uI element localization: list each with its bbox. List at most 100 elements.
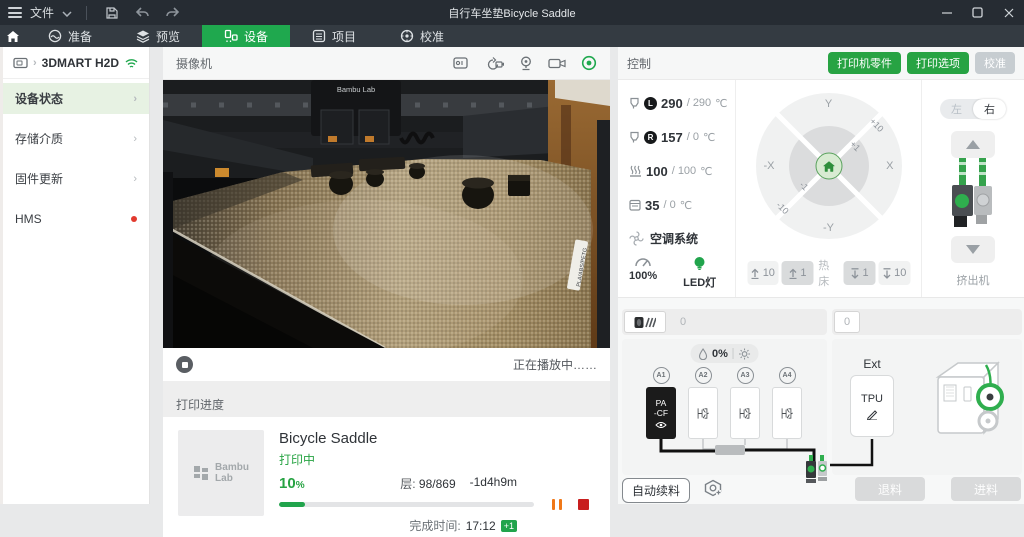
- bed-down-1-button[interactable]: 1: [844, 261, 876, 285]
- edit-pencil-icon: [866, 408, 878, 420]
- axis-x-plus[interactable]: X: [886, 160, 893, 172]
- arrow-up-bar-icon: [788, 268, 797, 279]
- print-options-button[interactable]: 打印选项: [907, 52, 969, 74]
- ams-humidity[interactable]: 0%: [690, 344, 759, 363]
- save-icon[interactable]: [101, 4, 123, 22]
- tab-home[interactable]: [0, 25, 26, 47]
- ams-unit-tab[interactable]: [624, 311, 666, 333]
- stop-stream-button[interactable]: [176, 356, 193, 373]
- printer-icon: [13, 57, 28, 69]
- ams-settings-icon[interactable]: [703, 479, 723, 502]
- chevron-right-icon: ›: [133, 93, 137, 105]
- timelapse-icon[interactable]: [485, 56, 504, 70]
- layers-icon: [136, 29, 150, 43]
- bed-move-label: 热床: [818, 257, 838, 289]
- nozzle-left-option[interactable]: 左: [940, 99, 973, 119]
- led-toggle[interactable]: LED灯: [683, 256, 716, 290]
- chevron-right-icon: ›: [133, 173, 137, 185]
- recordings-icon[interactable]: [453, 56, 470, 70]
- bed-up-10-button[interactable]: 10: [747, 261, 779, 285]
- unload-filament-button[interactable]: 退料: [855, 477, 925, 501]
- file-menu[interactable]: 文件: [30, 4, 54, 21]
- xy-movement-pad[interactable]: Y -Y -X X +10 +1 -1 -10: [756, 93, 902, 239]
- ams-slot-a4[interactable]: A4 空: [772, 367, 802, 439]
- chamber-temp[interactable]: 35 / 0 ℃: [629, 188, 735, 222]
- nozzle-icon: [629, 131, 640, 144]
- redo-icon[interactable]: [161, 4, 183, 22]
- ams-unit-badge[interactable]: 0: [670, 311, 696, 333]
- nozzle-right-option[interactable]: 右: [973, 99, 1006, 119]
- project-list-icon: [312, 29, 326, 43]
- close-button[interactable]: [993, 0, 1024, 25]
- print-progress-bar: [279, 502, 534, 507]
- tab-project[interactable]: 项目: [290, 25, 378, 47]
- pause-print-button[interactable]: [552, 499, 562, 510]
- home-xy-button[interactable]: [815, 153, 842, 180]
- stream-status: 正在播放中……: [513, 356, 597, 373]
- axis-y-minus[interactable]: -Y: [823, 222, 834, 234]
- heatbed-icon: [629, 165, 642, 177]
- printer-parts-button[interactable]: 打印机零件: [828, 52, 901, 74]
- stop-print-button[interactable]: [578, 499, 589, 510]
- eye-icon: [655, 421, 667, 429]
- load-filament-button[interactable]: 进料: [951, 477, 1021, 501]
- arrow-down-bar-icon: [851, 268, 860, 279]
- movement-pad-column: Y -Y -X X +10 +1 -1 -10 10 1: [736, 80, 922, 297]
- fan-icon: [629, 231, 644, 246]
- main-tabbar: 准备 预览 设备 项目 校准: [0, 25, 1024, 47]
- ext-spool-slot[interactable]: TPU: [850, 375, 894, 437]
- sidebar-item-hms[interactable]: HMS: [3, 203, 149, 234]
- nozzle-toggle[interactable]: 左 右: [940, 99, 1006, 119]
- bed-temp[interactable]: 100 / 100 ℃: [629, 154, 735, 188]
- arrow-up-bar-icon: [751, 268, 760, 279]
- nozzle-left-temp[interactable]: L 290 / 290 ℃: [629, 86, 735, 120]
- extrude-up-button[interactable]: [951, 131, 995, 158]
- ams-slot-a1[interactable]: A1 PA -CF: [646, 367, 676, 439]
- ams-slot-a3[interactable]: A3 空: [730, 367, 760, 439]
- tab-prepare[interactable]: 准备: [26, 25, 114, 47]
- chamber-icon: [629, 199, 641, 211]
- nozzle-right-temp[interactable]: R 157 / 0 ℃: [629, 120, 735, 154]
- ams-slot-a2[interactable]: A2 空: [688, 367, 718, 439]
- minimize-button[interactable]: [931, 0, 962, 25]
- layer-label: 层:: [400, 477, 415, 491]
- monitor-camera-icon[interactable]: [548, 57, 566, 70]
- extrude-down-button[interactable]: [951, 236, 995, 263]
- fan-speed-control[interactable]: 100%: [629, 256, 657, 290]
- sidebar-item-firmware[interactable]: 固件更新›: [3, 163, 149, 194]
- hamburger-menu-icon[interactable]: [8, 7, 22, 18]
- auto-refill-button[interactable]: 自动续料: [622, 478, 690, 503]
- undo-icon[interactable]: [131, 4, 153, 22]
- record-active-icon[interactable]: [581, 55, 597, 71]
- bed-up-1-button[interactable]: 1: [782, 261, 814, 285]
- ext-spool-tab[interactable]: 0: [834, 311, 860, 333]
- camera-panel: 摄像机: [163, 47, 610, 504]
- progress-percent: 10: [279, 475, 296, 492]
- humidity-drop-icon: [698, 348, 707, 360]
- device-selector[interactable]: › 3DMART H2D: [3, 47, 149, 79]
- tab-device[interactable]: 设备: [202, 25, 290, 47]
- device-icon: [224, 29, 238, 43]
- job-thumbnail: BambuLab: [178, 430, 264, 516]
- extruder-label: 挤出机: [957, 272, 990, 288]
- device-sidebar: › 3DMART H2D 设备状态› 存储介质› 固件更新› HMS: [0, 47, 150, 504]
- sidebar-item-device-status[interactable]: 设备状态›: [3, 83, 149, 114]
- led-bulb-icon: [693, 256, 706, 271]
- calibrate-button[interactable]: 校准: [975, 52, 1015, 74]
- aircon-row[interactable]: 空调系统: [629, 222, 735, 254]
- tab-preview[interactable]: 预览: [114, 25, 202, 47]
- filament-spool-icon: [634, 316, 656, 329]
- chevron-down-icon[interactable]: [62, 6, 72, 20]
- chevron-right-icon: ›: [133, 133, 137, 145]
- webcam-icon[interactable]: [519, 56, 533, 71]
- maximize-button[interactable]: [962, 0, 993, 25]
- bed-down-10-button[interactable]: 10: [878, 261, 910, 285]
- tab-calibrate[interactable]: 校准: [378, 25, 466, 47]
- titlebar: 文件 自行车坐垫Bicycle Saddle: [0, 0, 1024, 25]
- camera-feed: Bambu Lab: [163, 80, 610, 348]
- axis-x-minus[interactable]: -X: [764, 160, 775, 172]
- axis-y-plus[interactable]: Y: [825, 98, 832, 110]
- home-icon: [6, 30, 20, 43]
- wifi-icon: [124, 57, 139, 69]
- sidebar-item-storage[interactable]: 存储介质›: [3, 123, 149, 154]
